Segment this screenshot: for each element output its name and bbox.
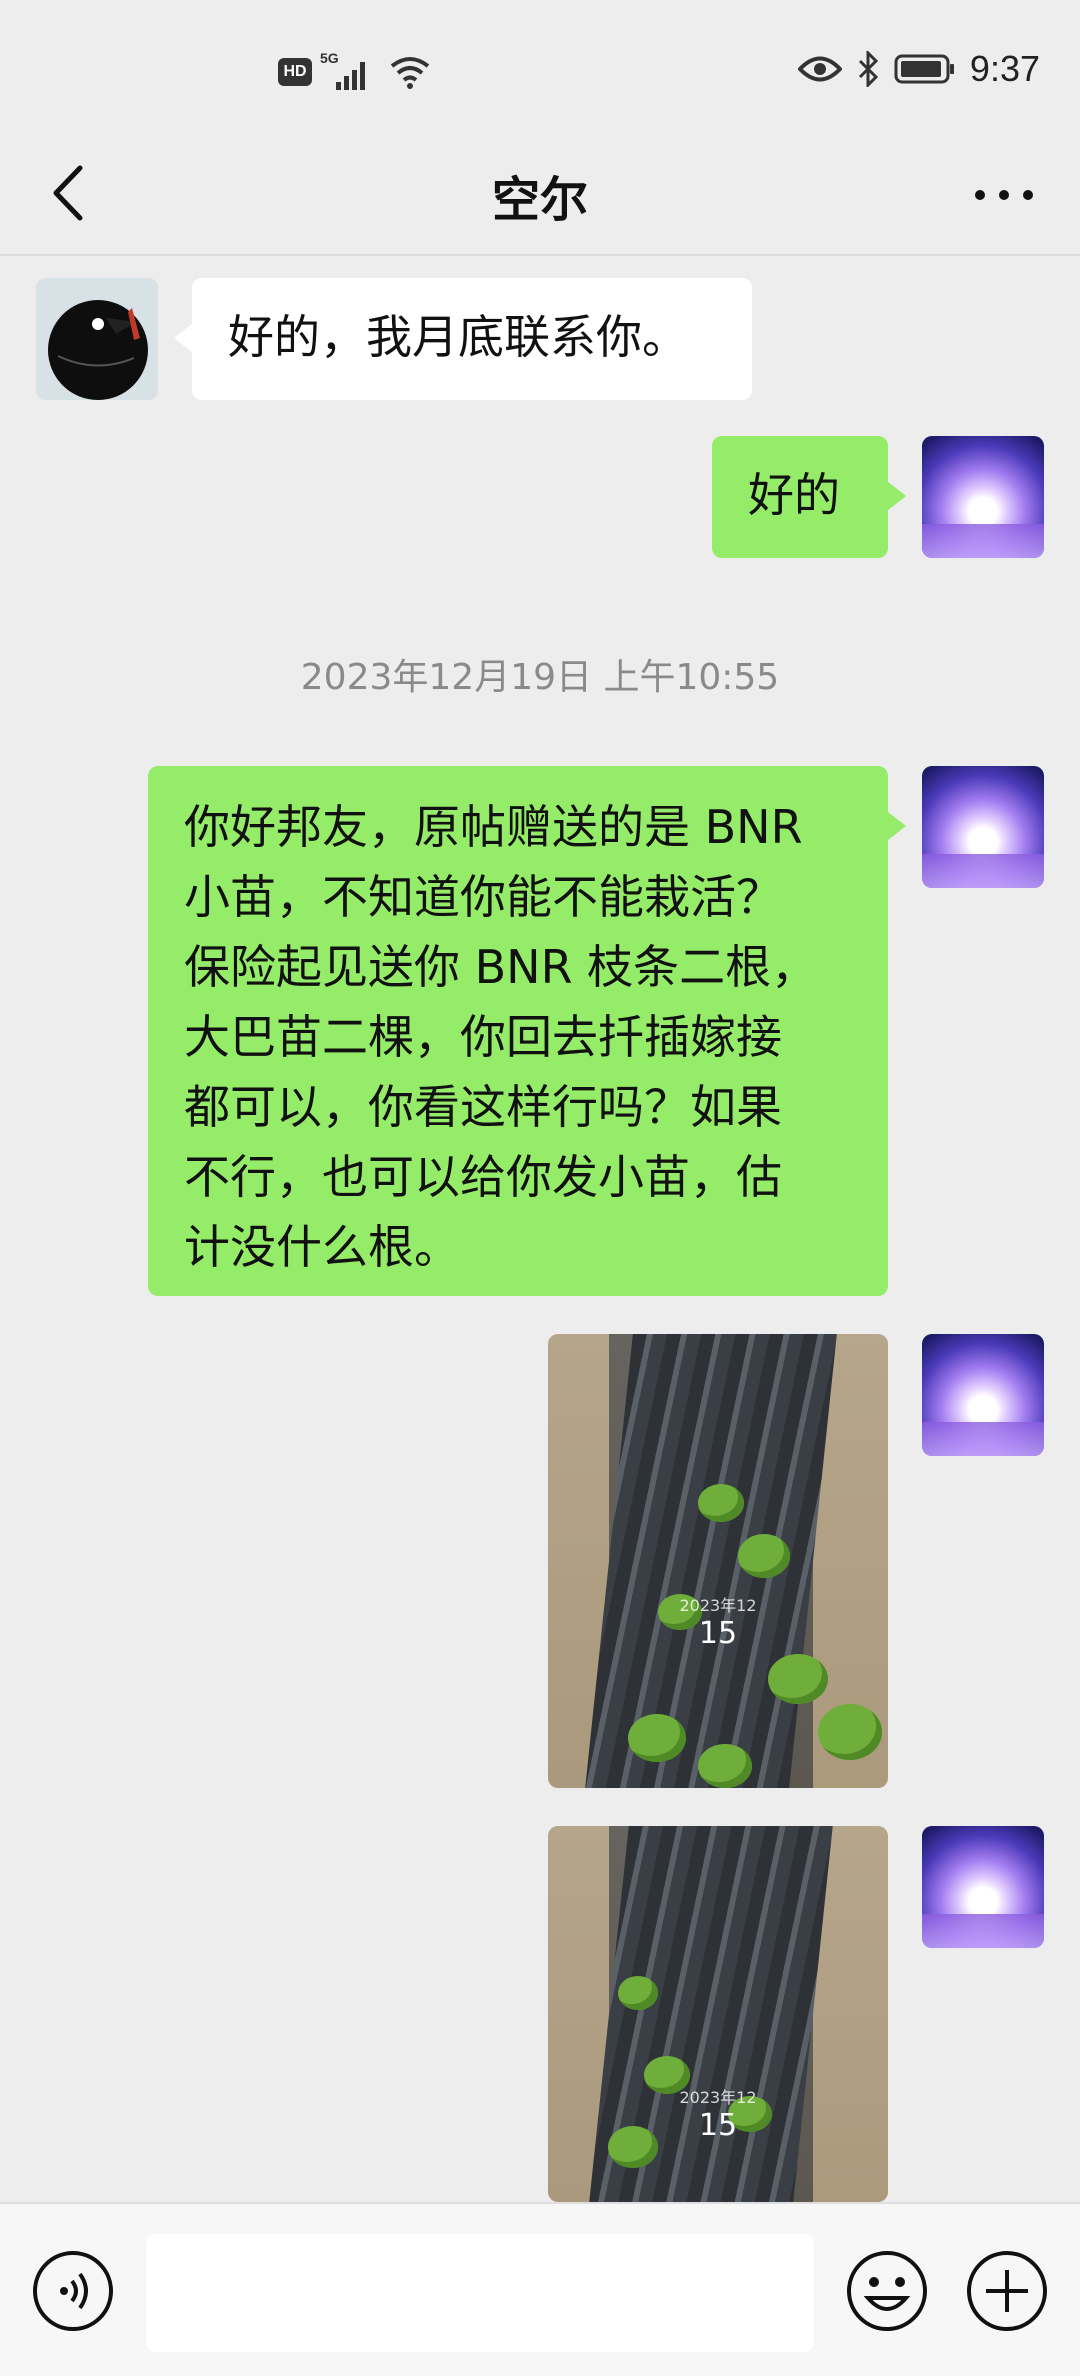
- chat-timestamp: 2023年12月19日 上午10:55: [300, 657, 780, 698]
- photo-watermark: 2023年12 15: [548, 1592, 888, 1651]
- signal-icon: 5G: [320, 50, 380, 92]
- photo-watermark: 2023年12 15: [548, 2084, 888, 2143]
- seedling-leaf: [738, 1534, 790, 1578]
- watermark-date: 2023年12: [679, 1596, 757, 1615]
- wifi-icon: [390, 57, 430, 89]
- my-avatar[interactable]: [922, 1334, 1044, 1456]
- message-line: 都可以，你看这样行吗？如果: [184, 1080, 782, 1134]
- my-avatar[interactable]: [922, 436, 1044, 558]
- message-line: 你好邦友，原帖赠送的是 BNR: [184, 800, 803, 854]
- eye-icon: [797, 56, 842, 82]
- my-avatar[interactable]: [922, 766, 1044, 888]
- status-left: HD 5G: [278, 50, 432, 92]
- seedling-leaf: [618, 1976, 658, 2010]
- mulch-film: [585, 1334, 838, 1788]
- message-bubble-sent-long[interactable]: 你好邦友，原帖赠送的是 BNR 小苗，不知道你能不能栽活？ 保险起见送你 BNR…: [148, 766, 906, 1296]
- my-avatar[interactable]: [922, 1826, 1044, 1948]
- network-label: 5G: [320, 50, 339, 66]
- hd-badge: HD: [278, 58, 312, 86]
- photo-message[interactable]: 2023年12 15: [548, 1826, 888, 2202]
- contact-avatar[interactable]: [36, 278, 158, 400]
- message-bubble-received[interactable]: 好的，我月底联系你。: [174, 278, 752, 400]
- message-text: 好的: [748, 468, 840, 522]
- status-time: 9:37: [969, 48, 1040, 89]
- plus-button[interactable]: [964, 2248, 1050, 2334]
- message-text: 好的，我月底联系你。: [228, 310, 688, 364]
- more-button[interactable]: [968, 170, 1040, 220]
- seedling-leaf: [768, 1654, 828, 1704]
- emoji-icon: [847, 2251, 927, 2331]
- crow-avatar-icon: [36, 278, 158, 400]
- message-bubble-sent[interactable]: 好的: [712, 436, 906, 558]
- watermark-day: 15: [698, 2108, 738, 2143]
- bluetooth-icon: [858, 51, 879, 87]
- seedling-leaf: [628, 1714, 686, 1762]
- seedling-leaf: [818, 1704, 882, 1760]
- voice-button[interactable]: [30, 2248, 116, 2334]
- chat-title: 空尔: [491, 172, 588, 228]
- battery-icon: [894, 54, 954, 84]
- plus-icon: [967, 2251, 1047, 2331]
- message-line: 不行，也可以给你发小苗，估: [184, 1150, 782, 1204]
- photo-message[interactable]: 2023年12 15: [548, 1334, 888, 1788]
- status-right: 9:37: [797, 48, 1040, 90]
- chat-header: 空尔: [0, 130, 1080, 256]
- emoji-button[interactable]: [844, 2248, 930, 2334]
- input-bar: [0, 2202, 1080, 2376]
- watermark-date: 2023年12: [679, 2088, 757, 2107]
- message-input[interactable]: [146, 2234, 814, 2352]
- watermark-day: 15: [698, 1616, 738, 1651]
- message-line: 保险起见送你 BNR 枝条二根，: [184, 940, 818, 994]
- more-dots-icon: [975, 190, 1033, 200]
- voice-icon: [33, 2251, 113, 2331]
- seedling-leaf: [698, 1744, 752, 1788]
- status-bar: HD 5G 9:37: [0, 0, 1080, 130]
- seedling-leaf: [698, 1484, 744, 1522]
- message-line: 大巴苗二棵，你回去扦插嫁接: [184, 1010, 782, 1064]
- message-line: 小苗，不知道你能不能栽活？: [184, 870, 782, 924]
- message-line: 计没什么根。: [184, 1220, 460, 1274]
